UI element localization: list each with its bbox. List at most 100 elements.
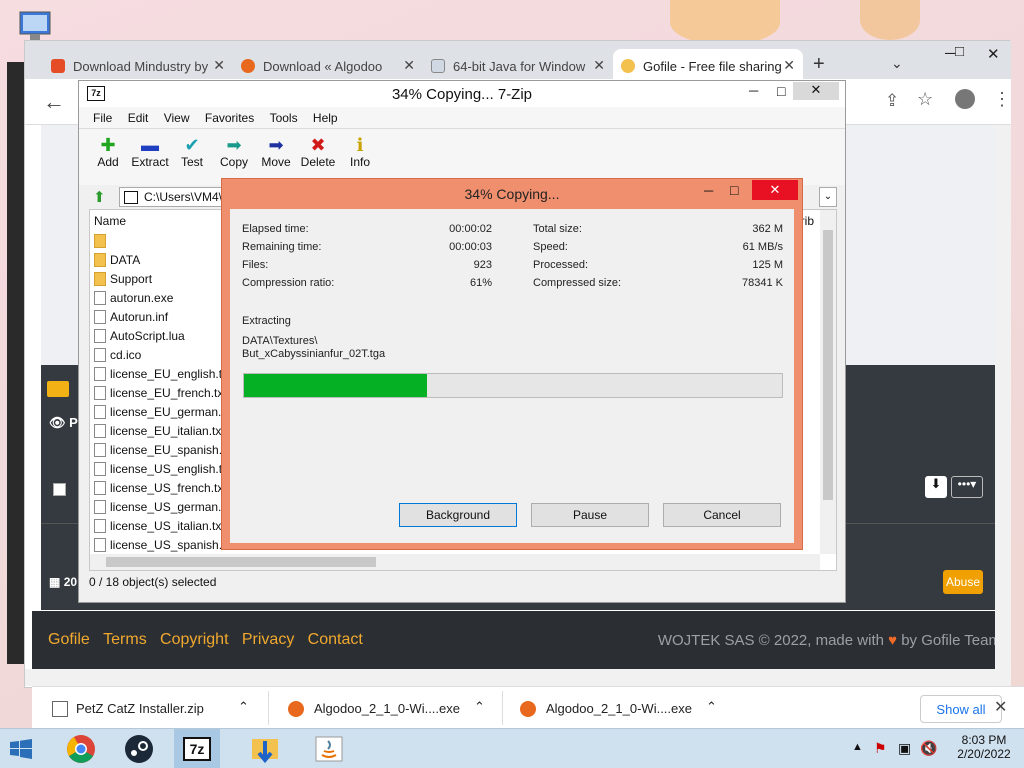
- new-tab-icon[interactable]: +: [813, 53, 825, 76]
- list-item[interactable]: license_US_german.txt: [94, 500, 234, 519]
- list-item[interactable]: license_EU_french.txt: [94, 386, 227, 405]
- menu-view[interactable]: View: [164, 111, 190, 125]
- menu-file[interactable]: File: [93, 111, 112, 125]
- page-vertical-scrollbar[interactable]: [995, 125, 1011, 669]
- list-item[interactable]: cd.ico: [94, 348, 141, 367]
- abuse-button[interactable]: Abuse: [943, 570, 983, 594]
- tool-test-button[interactable]: ✔ Test: [171, 135, 213, 169]
- action-center-flag-icon[interactable]: ⚑: [874, 740, 887, 757]
- list-vertical-scrollbar[interactable]: [820, 210, 836, 554]
- tab-mindustry[interactable]: Download Mindustry by ✕: [43, 49, 233, 79]
- pause-button[interactable]: Pause: [531, 503, 649, 527]
- list-item[interactable]: license_EU_spanish.txt: [94, 443, 235, 462]
- tool-delete-button[interactable]: ✖ Delete: [297, 135, 339, 169]
- stat-value: 923: [473, 259, 492, 271]
- chevron-up-icon[interactable]: ⌃: [238, 699, 249, 715]
- list-item[interactable]: license_EU_german.txt: [94, 405, 234, 424]
- list-item[interactable]: license_US_french.txt: [94, 481, 227, 500]
- chevron-up-icon[interactable]: ⌃: [706, 699, 717, 715]
- footer-link-privacy[interactable]: Privacy: [242, 631, 294, 648]
- cancel-button[interactable]: Cancel: [663, 503, 781, 527]
- maximize-icon[interactable]: □: [777, 83, 785, 99]
- close-downloads-icon[interactable]: ✕: [994, 697, 1007, 717]
- tool-info-button[interactable]: ℹ Info: [339, 135, 381, 169]
- tab-search-chevron-icon[interactable]: ⌄: [891, 55, 903, 72]
- background-button[interactable]: Background: [399, 503, 517, 527]
- java-taskbar-icon[interactable]: [306, 729, 352, 768]
- list-item[interactable]: license_US_english.txt: [94, 462, 231, 481]
- list-item[interactable]: license_EU_english.txt: [94, 367, 231, 386]
- list-item[interactable]: license_EU_italian.txt: [94, 424, 225, 443]
- tool-move-button[interactable]: ➡ Move: [255, 135, 297, 169]
- volume-muted-icon[interactable]: 🔇: [920, 740, 937, 757]
- list-item[interactable]: AutoScript.lua: [94, 329, 185, 348]
- close-icon[interactable]: ✕: [987, 45, 1000, 63]
- taskbar: 7z ▲ ⚑ ▣ 🔇 8:03 PM 2/20/2022: [0, 728, 1024, 768]
- tool-add-button[interactable]: ✚ Add: [87, 135, 129, 169]
- list-horizontal-scrollbar[interactable]: [90, 554, 820, 570]
- download-item[interactable]: Algodoo_2_1_0-Wi....exe ⌃: [520, 693, 730, 723]
- footer-link-terms[interactable]: Terms: [103, 631, 147, 648]
- close-icon[interactable]: ✕: [752, 180, 798, 200]
- up-folder-icon[interactable]: ⬆: [93, 188, 106, 206]
- tab-java[interactable]: 64-bit Java for Window ✕: [423, 49, 613, 79]
- back-arrow-icon[interactable]: ←: [43, 89, 65, 115]
- list-item[interactable]: Support: [94, 272, 152, 291]
- chevron-up-icon[interactable]: ⌃: [474, 699, 485, 715]
- network-icon[interactable]: ▣: [898, 740, 911, 757]
- list-item[interactable]: DATA: [94, 253, 140, 272]
- tab-close-icon[interactable]: ✕: [403, 57, 415, 74]
- scroll-thumb[interactable]: [106, 557, 376, 567]
- tool-copy-button[interactable]: ➡ Copy: [213, 135, 255, 169]
- scroll-thumb[interactable]: [823, 230, 833, 500]
- more-options-button[interactable]: •••▾: [951, 476, 983, 498]
- tab-close-icon[interactable]: ✕: [593, 57, 605, 74]
- folder-icon: [94, 253, 106, 267]
- windows-start-icon[interactable]: [10, 739, 32, 762]
- menu-favorites[interactable]: Favorites: [205, 111, 254, 125]
- 7zip-taskbar-icon[interactable]: 7z: [174, 729, 220, 768]
- minimize-icon[interactable]: ─: [749, 83, 758, 98]
- show-all-button[interactable]: Show all: [920, 695, 1002, 723]
- explorer-download-taskbar-icon[interactable]: [242, 729, 288, 768]
- clock[interactable]: 8:03 PM 2/20/2022: [954, 733, 1014, 761]
- close-icon[interactable]: ✕: [793, 82, 839, 100]
- download-item[interactable]: PetZ CatZ Installer.zip ⌃: [52, 693, 262, 723]
- footer-link-copyright[interactable]: Copyright: [160, 631, 228, 648]
- eye-icon: 👁: [49, 415, 66, 430]
- column-header-name[interactable]: Name: [94, 214, 126, 228]
- bookmark-star-icon[interactable]: ☆: [917, 89, 933, 110]
- tab-gofile[interactable]: Gofile - Free file sharing ✕: [613, 49, 803, 79]
- steam-taskbar-icon[interactable]: [116, 729, 162, 768]
- footer-link-gofile[interactable]: Gofile: [48, 631, 90, 648]
- list-item[interactable]: [94, 234, 110, 253]
- minimize-icon[interactable]: ─: [704, 183, 713, 198]
- download-item[interactable]: Algodoo_2_1_0-Wi....exe ⌃: [288, 693, 498, 723]
- tool-label: Test: [180, 155, 203, 169]
- footer-copyright-text: WOJTEK SAS © 2022, made with: [657, 632, 884, 649]
- list-item[interactable]: Autorun.inf: [94, 310, 168, 329]
- tool-extract-button[interactable]: ▬ Extract: [129, 135, 171, 169]
- menu-tools[interactable]: Tools: [270, 111, 298, 125]
- file-icon: [94, 462, 106, 476]
- maximize-icon[interactable]: □: [955, 43, 964, 60]
- select-all-checkbox[interactable]: [53, 483, 66, 496]
- tab-close-icon[interactable]: ✕: [783, 57, 795, 74]
- file-icon: [94, 367, 106, 381]
- list-item[interactable]: autorun.exe: [94, 291, 173, 310]
- download-icon[interactable]: ⬇: [925, 476, 947, 498]
- chrome-taskbar-icon[interactable]: [58, 729, 104, 768]
- path-dropdown-icon[interactable]: ⌄: [819, 187, 837, 207]
- menu-kebab-icon[interactable]: ⋮: [993, 89, 1011, 110]
- tab-algodoo[interactable]: Download « Algodoo ✕: [233, 49, 423, 79]
- menu-help[interactable]: Help: [313, 111, 338, 125]
- footer-link-contact[interactable]: Contact: [308, 631, 363, 648]
- profile-avatar-icon[interactable]: [955, 89, 975, 109]
- page-horizontal-scrollbar[interactable]: [25, 669, 1011, 686]
- list-item[interactable]: license_US_italian.txt: [94, 519, 225, 538]
- maximize-icon[interactable]: □: [730, 182, 738, 198]
- share-icon[interactable]: ⇪: [885, 91, 899, 111]
- tray-chevron-icon[interactable]: ▲: [852, 741, 863, 753]
- tab-close-icon[interactable]: ✕: [213, 57, 225, 74]
- menu-edit[interactable]: Edit: [128, 111, 149, 125]
